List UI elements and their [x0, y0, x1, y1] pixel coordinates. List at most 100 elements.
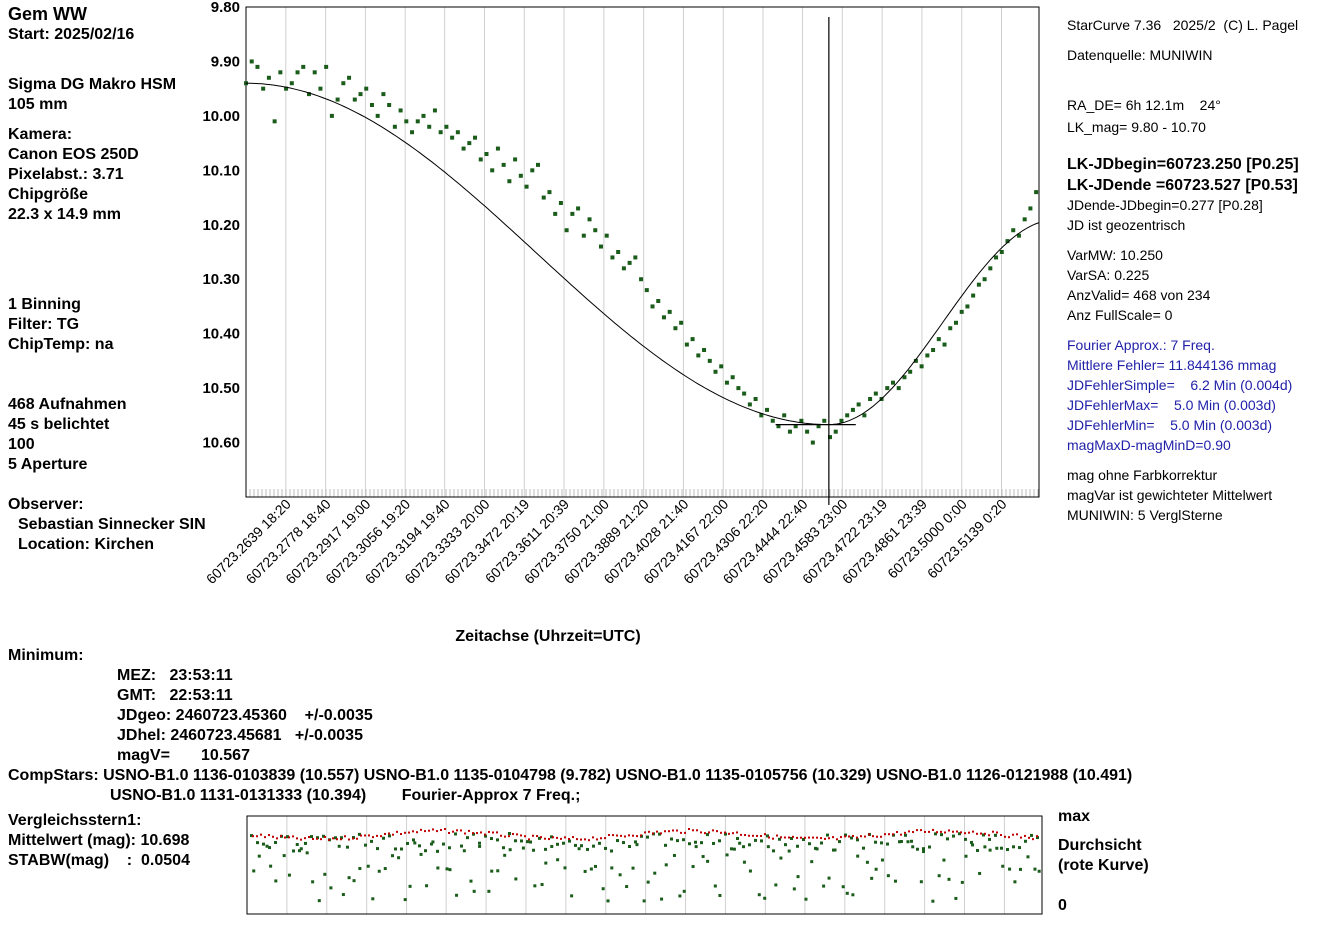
comparison-point	[529, 840, 533, 844]
comparison-point	[334, 836, 337, 840]
transparency-point	[956, 830, 958, 833]
transparency-point	[600, 837, 602, 840]
transparency-point	[704, 832, 706, 835]
y-tick-label: 10.10	[202, 162, 240, 179]
data-point	[805, 429, 810, 434]
comparison-point	[625, 885, 629, 889]
transparency-point	[700, 831, 702, 834]
comparison-point	[337, 844, 341, 848]
data-point	[770, 418, 775, 423]
comparison-point	[418, 844, 421, 848]
data-point	[530, 168, 535, 173]
data-point	[616, 250, 621, 254]
transparency-point	[768, 836, 770, 839]
transparency-point	[896, 830, 898, 833]
transparency-point	[936, 831, 938, 834]
comparison-point	[556, 858, 560, 862]
transparency-point	[940, 830, 942, 833]
data-point	[810, 440, 815, 445]
data-point	[478, 157, 483, 162]
comparison-point	[462, 849, 466, 853]
data-point	[971, 293, 976, 298]
comparison-point	[533, 884, 537, 888]
transparency-point	[352, 837, 354, 840]
data-point	[988, 266, 993, 271]
data-point	[730, 375, 735, 380]
comparison-point	[322, 834, 325, 838]
transparency-point	[880, 835, 882, 838]
transparency-point	[744, 834, 746, 837]
comparison-point	[1019, 867, 1023, 871]
data-point	[513, 157, 518, 162]
transparency-point	[944, 831, 946, 834]
comparison-point	[370, 839, 373, 843]
data-point	[249, 59, 254, 64]
data-point	[644, 288, 649, 293]
comparison-point	[827, 876, 831, 880]
comparison-point	[1037, 869, 1041, 873]
transparency-point	[856, 836, 858, 839]
y-tick-label: 9.90	[211, 53, 240, 70]
comparison-point	[856, 838, 859, 842]
data-point	[484, 152, 489, 156]
transparency-point	[452, 830, 454, 833]
transparency-zero-label: 0	[1058, 897, 1067, 914]
data-point	[885, 386, 890, 391]
comparison-point	[815, 847, 819, 851]
transparency-point	[300, 838, 302, 841]
data-point	[999, 250, 1004, 254]
transparency-point	[644, 831, 646, 834]
data-point	[833, 429, 838, 434]
data-point	[358, 92, 363, 97]
transparency-point	[652, 832, 654, 835]
data-point	[593, 228, 598, 233]
transparency-point	[312, 837, 314, 840]
comparison-point	[364, 843, 367, 847]
data-point	[352, 97, 357, 102]
comparison-point	[787, 849, 791, 853]
data-point	[753, 397, 758, 401]
transparency-point	[584, 838, 586, 841]
transparency-point	[864, 835, 866, 838]
comparison-point	[340, 836, 343, 840]
data-point	[507, 179, 512, 184]
comparison-point	[892, 833, 895, 837]
comparison-point	[904, 833, 907, 837]
minimum-label: Minimum:	[8, 647, 84, 664]
comparison-point	[946, 837, 949, 841]
comparison-point	[397, 856, 401, 860]
transparency-point	[988, 834, 990, 837]
comparison-point	[676, 839, 679, 843]
data-point	[272, 119, 277, 124]
comparison-point	[317, 899, 321, 903]
comparison-point	[814, 846, 817, 850]
comparison-point	[672, 853, 676, 857]
comparison-point	[274, 840, 277, 844]
data-point	[747, 402, 752, 407]
transparency-point	[480, 831, 482, 834]
comparison-point	[295, 843, 299, 847]
comparison-point	[257, 854, 261, 858]
transparency-point	[920, 829, 922, 832]
comparison-point	[874, 840, 877, 844]
comparison-point	[660, 897, 664, 901]
data-point	[873, 391, 878, 396]
data-point	[656, 299, 661, 303]
comparison-point	[532, 848, 535, 852]
transparency-point	[980, 832, 982, 835]
transparency-point	[424, 830, 426, 833]
comparison-point	[964, 837, 967, 841]
comparison-point	[583, 869, 587, 873]
data-point	[702, 348, 707, 352]
data-point	[375, 113, 380, 118]
data-point	[536, 162, 541, 167]
comparison-point	[911, 845, 915, 849]
transparency-point	[1008, 836, 1010, 839]
transparency-point	[436, 830, 438, 833]
comparison-point	[256, 841, 259, 845]
data-point	[421, 113, 426, 118]
comparison-point	[1030, 833, 1033, 837]
transparency-point	[924, 830, 926, 833]
transparency-point	[340, 838, 342, 841]
comparison-point	[954, 896, 958, 900]
